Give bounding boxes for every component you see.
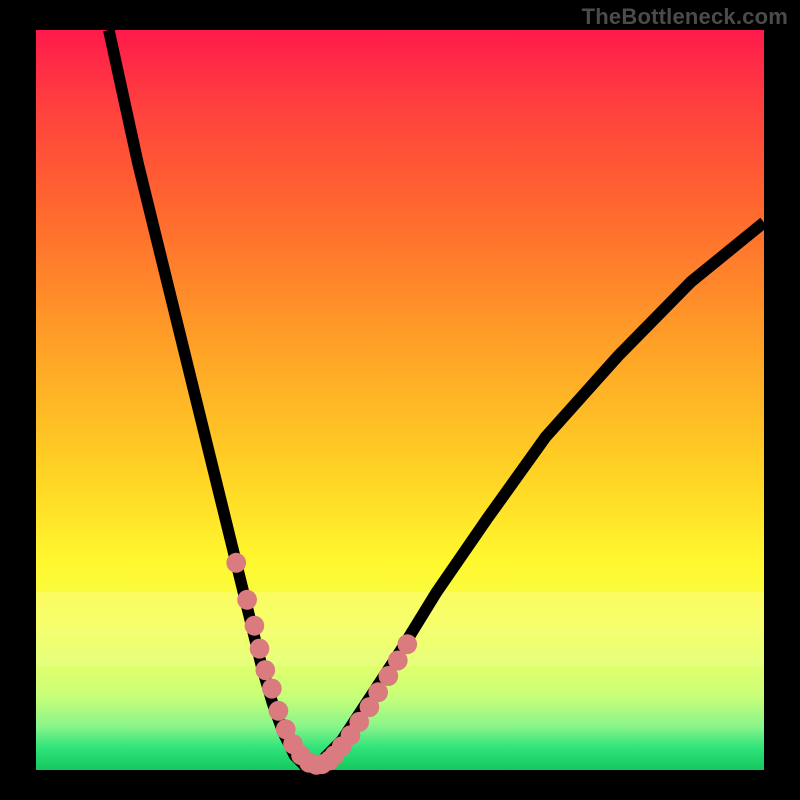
datapoint xyxy=(237,590,257,610)
plot-area xyxy=(36,30,764,770)
watermark-text: TheBottleneck.com xyxy=(582,4,788,30)
chart-svg xyxy=(36,30,764,770)
datapoint xyxy=(250,639,270,659)
datapoint xyxy=(226,553,246,573)
chart-frame: TheBottleneck.com xyxy=(0,0,800,800)
datapoint xyxy=(245,616,265,636)
datapoint xyxy=(397,634,417,654)
datapoint xyxy=(262,679,282,699)
datapoint xyxy=(255,660,275,680)
datapoint xyxy=(269,701,289,721)
bottleneck-curve xyxy=(109,30,764,766)
